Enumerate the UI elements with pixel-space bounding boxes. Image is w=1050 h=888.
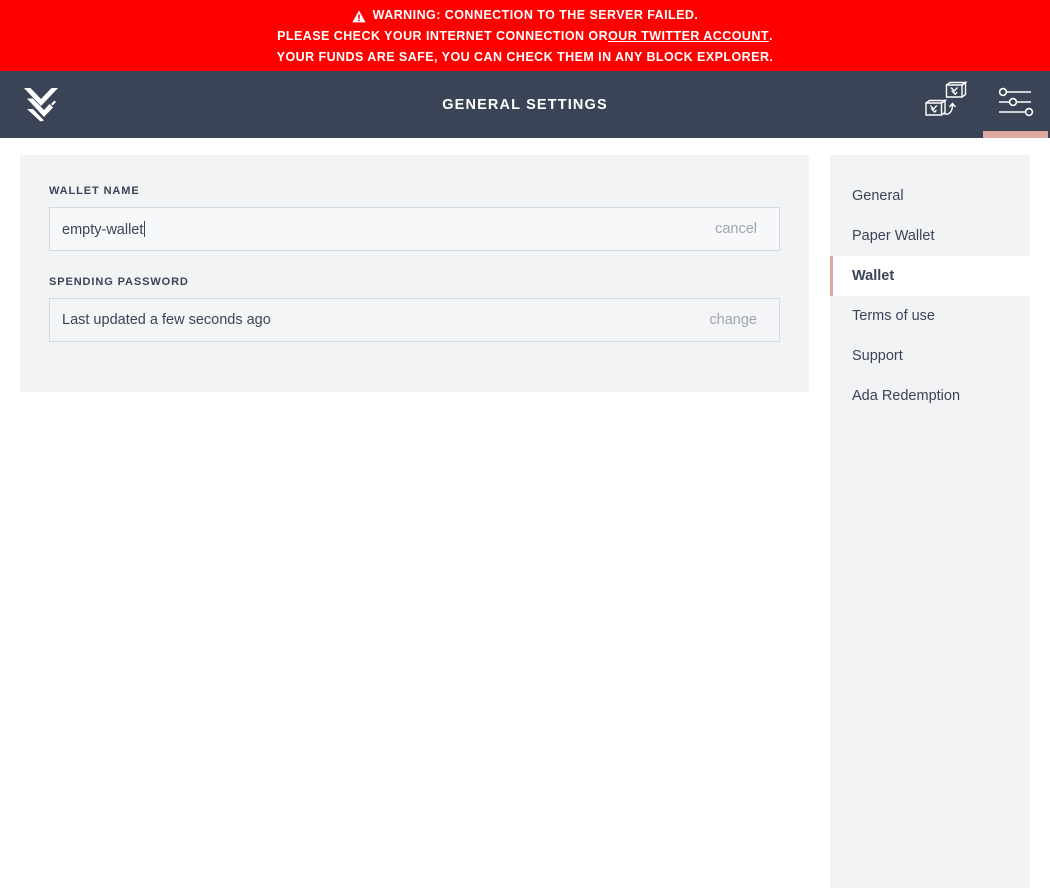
sidebar-item-label: Paper Wallet [852, 228, 935, 244]
sidebar-item-support[interactable]: Support [830, 336, 1030, 376]
sidebar-item-label: Support [852, 348, 903, 364]
wallet-switch-icon [922, 80, 968, 129]
server-connection-warning-banner: WARNING: CONNECTION TO THE SERVER FAILED… [0, 0, 1050, 71]
field-spacer [49, 251, 780, 276]
topbar-actions [910, 71, 1050, 138]
wallet-name-label: WALLET NAME [49, 185, 140, 197]
warning-line-1: WARNING: CONNECTION TO THE SERVER FAILED… [352, 5, 699, 26]
settings-sliders-icon [995, 84, 1035, 125]
spending-password-field[interactable]: Last updated a few seconds ago change [49, 298, 780, 342]
sidebar-item-label: General [852, 188, 904, 204]
daedalus-chevron-logo[interactable] [24, 87, 60, 122]
spending-password-change-button[interactable]: change [709, 312, 757, 328]
wallet-settings-panel: WALLET NAME empty-wallet cancel SPENDING… [20, 155, 809, 392]
sidebar-item-label: Ada Redemption [852, 388, 961, 404]
settings-sidebar-menu: General Paper Wallet Wallet Terms of use… [830, 155, 1030, 888]
warning-line-3: YOUR FUNDS ARE SAFE, YOU CAN CHECK THEM … [276, 50, 774, 64]
text-cursor [144, 220, 146, 237]
sidebar-item-wallet[interactable]: Wallet [830, 256, 1030, 296]
warning-text-2-before: PLEASE CHECK YOUR INTERNET CONNECTION OR [277, 29, 609, 43]
sidebar-item-ada-redemption[interactable]: Ada Redemption [830, 376, 1030, 416]
sidebar-item-label: Wallet [852, 268, 895, 284]
sidebar-item-terms-of-use[interactable]: Terms of use [830, 296, 1030, 336]
page-title: GENERAL SETTINGS [442, 96, 608, 113]
warning-triangle-icon [352, 9, 366, 23]
warning-text-1: WARNING: CONNECTION TO THE SERVER FAILED… [372, 8, 699, 22]
wallet-name-field[interactable]: empty-wallet cancel [49, 207, 780, 251]
wallet-switch-button[interactable] [910, 71, 980, 138]
spending-password-label: SPENDING PASSWORD [49, 276, 189, 288]
settings-button[interactable] [980, 71, 1050, 138]
warning-text-2-after: . [768, 29, 773, 43]
wallet-name-value: empty-wallet [62, 221, 144, 238]
spending-password-status: Last updated a few seconds ago [62, 312, 271, 328]
sidebar-item-general[interactable]: General [830, 176, 1030, 216]
warning-line-2: PLEASE CHECK YOUR INTERNET CONNECTION OR… [277, 26, 773, 47]
wallet-name-input[interactable]: empty-wallet [62, 220, 715, 238]
page-body: WALLET NAME empty-wallet cancel SPENDING… [0, 138, 1050, 888]
sidebar-item-paper-wallet[interactable]: Paper Wallet [830, 216, 1030, 256]
wallet-name-cancel-button[interactable]: cancel [715, 221, 757, 237]
sidebar-item-label: Terms of use [852, 308, 935, 324]
twitter-account-link[interactable]: OUR TWITTER ACCOUNT [608, 26, 769, 47]
app-top-bar: GENERAL SETTINGS [0, 71, 1050, 138]
